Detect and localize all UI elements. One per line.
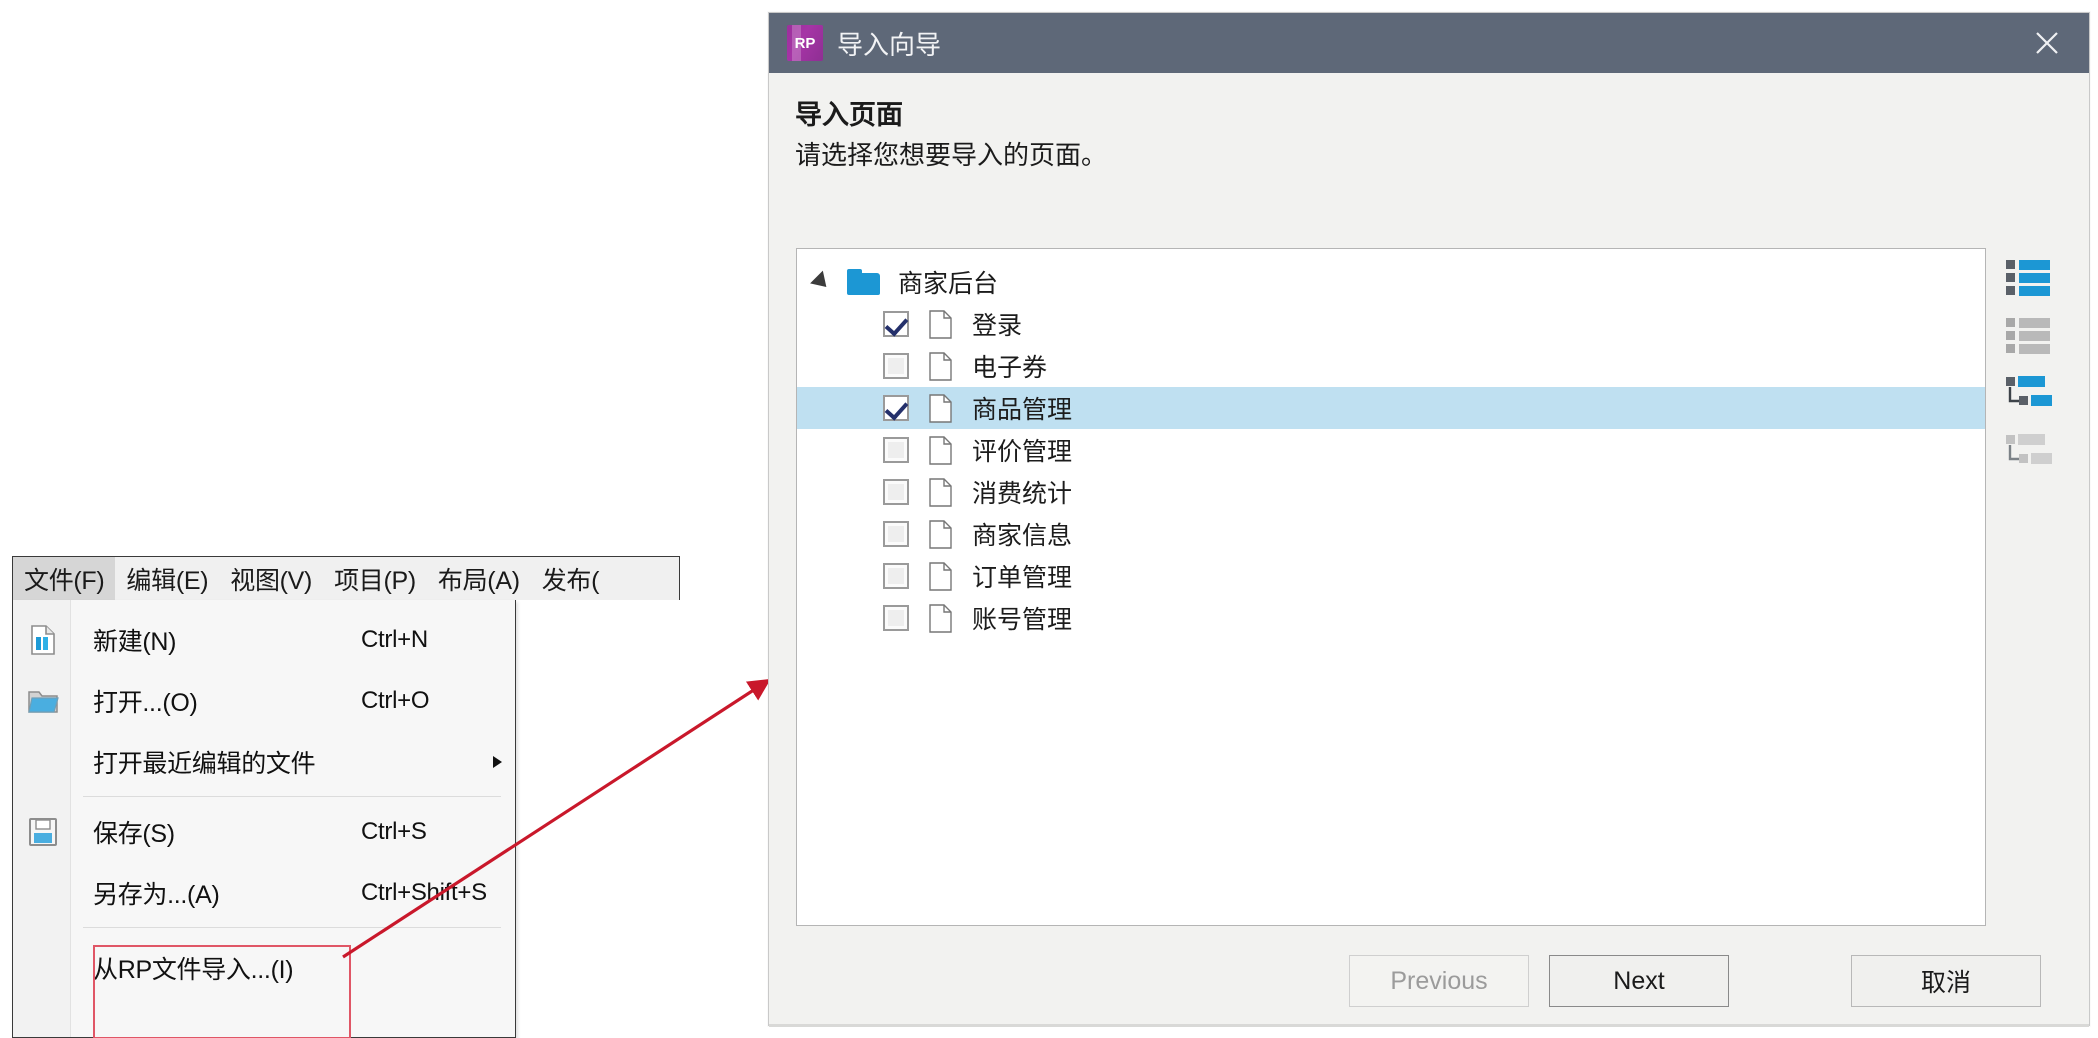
checkbox-unchecked-icon[interactable] bbox=[883, 521, 909, 547]
page-document-icon bbox=[929, 309, 952, 339]
checkbox-checked-icon[interactable] bbox=[883, 311, 909, 337]
open-folder-icon bbox=[27, 685, 59, 717]
menu-item-open[interactable]: 打开...(O) Ctrl+O bbox=[13, 670, 515, 731]
tree-item-label: 订单管理 bbox=[972, 564, 1073, 592]
tree-item-row[interactable]: 消费统计 bbox=[797, 471, 1985, 513]
tree-item-row[interactable]: 登录 bbox=[797, 303, 1985, 345]
menu-item-new-label: 新建(N) bbox=[93, 627, 177, 656]
tree-item-label: 登录 bbox=[972, 312, 1023, 340]
rp-app-icon: RP bbox=[787, 25, 823, 61]
menu-item-import-from-rp[interactable]: 从RP文件导入...(I) bbox=[13, 932, 515, 1004]
menu-item-save-as[interactable]: 另存为...(A) Ctrl+Shift+S bbox=[13, 862, 515, 923]
screenshot-root: 文件(F) 编辑(E) 视图(V) 项目(P) 布局(A) 发布(新建(N) … bbox=[0, 0, 2098, 1038]
folder-icon bbox=[847, 269, 880, 295]
menubar-item-publish-label: 发布( bbox=[541, 566, 600, 595]
tree-item-row-selected[interactable]: 商品管理 bbox=[797, 387, 1985, 429]
save-disk-icon bbox=[27, 816, 59, 848]
page-document-icon bbox=[929, 435, 952, 465]
tree-item-row[interactable]: 电子券 bbox=[797, 345, 1985, 387]
checkbox-unchecked-icon[interactable] bbox=[883, 605, 909, 631]
next-button-label: Next bbox=[1613, 966, 1665, 995]
tree-item-label: 商品管理 bbox=[972, 396, 1073, 424]
menubar-item-project-label: 项目(P) bbox=[334, 566, 416, 595]
menu-item-save-label: 保存(S) bbox=[93, 819, 175, 848]
menu-item-save[interactable]: 保存(S) Ctrl+S bbox=[13, 801, 515, 862]
menubar-item-edit[interactable]: 编辑(E) bbox=[115, 557, 219, 600]
menu-item-save-shortcut: Ctrl+S bbox=[361, 817, 427, 845]
chevron-expanded-icon[interactable] bbox=[810, 270, 833, 294]
next-button[interactable]: Next bbox=[1549, 955, 1729, 1007]
menu-item-recent-files-label: 打开最近编辑的文件 bbox=[93, 749, 316, 778]
tree-item-row[interactable]: 评价管理 bbox=[797, 429, 1985, 471]
new-document-icon bbox=[27, 624, 59, 656]
menu-item-new-shortcut: Ctrl+N bbox=[361, 625, 428, 653]
expand-all-icon[interactable] bbox=[2006, 375, 2052, 419]
previous-button-label: Previous bbox=[1390, 966, 1488, 995]
page-document-icon bbox=[929, 519, 952, 549]
select-all-icon[interactable] bbox=[2006, 259, 2052, 303]
page-document-icon bbox=[929, 351, 952, 381]
application-menu: 文件(F) 编辑(E) 视图(V) 项目(P) 布局(A) 发布(新建(N) … bbox=[12, 556, 680, 1038]
tree-root-item[interactable]: 商家后台 bbox=[797, 261, 1985, 303]
tree-item-label: 评价管理 bbox=[972, 438, 1073, 466]
menu-item-open-label: 打开...(O) bbox=[93, 688, 198, 717]
menu-bar: 文件(F) 编辑(E) 视图(V) 项目(P) 布局(A) 发布( bbox=[12, 556, 680, 600]
page-tree-panel[interactable]: 商家后台 登录 电子券 商品管理 评价管理 消费统计 商家信息 订单管理 账号管… bbox=[796, 248, 1986, 926]
dialog-titlebar: RP 导入向导 bbox=[769, 13, 2089, 73]
tree-toolbar bbox=[2006, 259, 2062, 491]
page-subtitle: 请选择您想要导入的页面。 bbox=[795, 140, 1108, 170]
menubar-item-layout-label: 布局(A) bbox=[437, 566, 520, 595]
previous-button[interactable]: Previous bbox=[1349, 955, 1529, 1007]
menubar-item-file[interactable]: 文件(F) bbox=[13, 557, 116, 600]
menubar-item-publish[interactable]: 发布( bbox=[531, 557, 610, 600]
tree-item-label: 商家信息 bbox=[972, 522, 1073, 550]
tree-item-row[interactable]: 商家信息 bbox=[797, 513, 1985, 555]
file-menu-dropdown: 新建(N) Ctrl+N 打开...(O) Ctrl+O 打开最近编辑的文件 保… bbox=[12, 600, 516, 1038]
tree-root-label: 商家后台 bbox=[898, 270, 999, 298]
cancel-button-label: 取消 bbox=[1920, 969, 1971, 997]
page-document-icon bbox=[929, 393, 952, 423]
menubar-item-project[interactable]: 项目(P) bbox=[323, 557, 427, 600]
page-title: 导入页面 bbox=[795, 100, 903, 130]
page-document-icon bbox=[929, 603, 952, 633]
menubar-item-view-label: 视图(V) bbox=[230, 566, 313, 595]
menu-separator-2 bbox=[83, 927, 501, 928]
close-icon[interactable] bbox=[2027, 23, 2067, 63]
tree-item-row[interactable]: 账号管理 bbox=[797, 597, 1985, 639]
import-wizard-dialog: RP 导入向导 导入页面 请选择您想要导入的页面。 商家后台 登录 电子券 商品… bbox=[768, 12, 2090, 1027]
page-document-icon bbox=[929, 477, 952, 507]
dialog-footer: Previous Next 取消 bbox=[769, 931, 2089, 1027]
cancel-button[interactable]: 取消 bbox=[1851, 955, 2041, 1007]
menubar-item-file-label: 文件(F) bbox=[24, 566, 105, 595]
tree-item-label: 消费统计 bbox=[972, 480, 1073, 508]
menu-item-recent-files[interactable]: 打开最近编辑的文件 bbox=[13, 731, 515, 792]
dialog-body: 导入页面 请选择您想要导入的页面。 商家后台 登录 电子券 商品管理 评价管理 … bbox=[769, 73, 2089, 1027]
menu-item-save-as-label: 另存为...(A) bbox=[93, 880, 220, 909]
menu-item-import-from-rp-label: 从RP文件导入...(I) bbox=[93, 956, 294, 984]
menu-item-save-as-shortcut: Ctrl+Shift+S bbox=[361, 878, 487, 906]
tree-item-label: 电子券 bbox=[972, 354, 1048, 382]
checkbox-unchecked-icon[interactable] bbox=[883, 437, 909, 463]
menubar-item-layout[interactable]: 布局(A) bbox=[427, 557, 531, 600]
checkbox-checked-icon[interactable] bbox=[883, 395, 909, 421]
collapse-all-icon[interactable] bbox=[2006, 433, 2052, 477]
menubar-item-view[interactable]: 视图(V) bbox=[219, 557, 323, 600]
tree-item-label: 账号管理 bbox=[972, 606, 1073, 634]
checkbox-unchecked-icon[interactable] bbox=[883, 479, 909, 505]
rp-app-icon-label: RP bbox=[794, 34, 816, 52]
submenu-arrow-icon bbox=[493, 755, 502, 768]
deselect-all-icon[interactable] bbox=[2006, 317, 2052, 361]
tree-item-row[interactable]: 订单管理 bbox=[797, 555, 1985, 597]
close-x-glyph bbox=[2036, 32, 2058, 54]
menu-item-new[interactable]: 新建(N) Ctrl+N bbox=[13, 609, 515, 670]
menu-item-open-shortcut: Ctrl+O bbox=[361, 686, 430, 714]
page-document-icon bbox=[929, 561, 952, 591]
checkbox-unchecked-icon[interactable] bbox=[883, 563, 909, 589]
checkbox-unchecked-icon[interactable] bbox=[883, 353, 909, 379]
menu-separator bbox=[83, 796, 501, 797]
dialog-title: 导入向导 bbox=[837, 29, 942, 60]
menubar-item-edit-label: 编辑(E) bbox=[126, 566, 209, 595]
dialog-bottom-edge bbox=[769, 1024, 2089, 1027]
